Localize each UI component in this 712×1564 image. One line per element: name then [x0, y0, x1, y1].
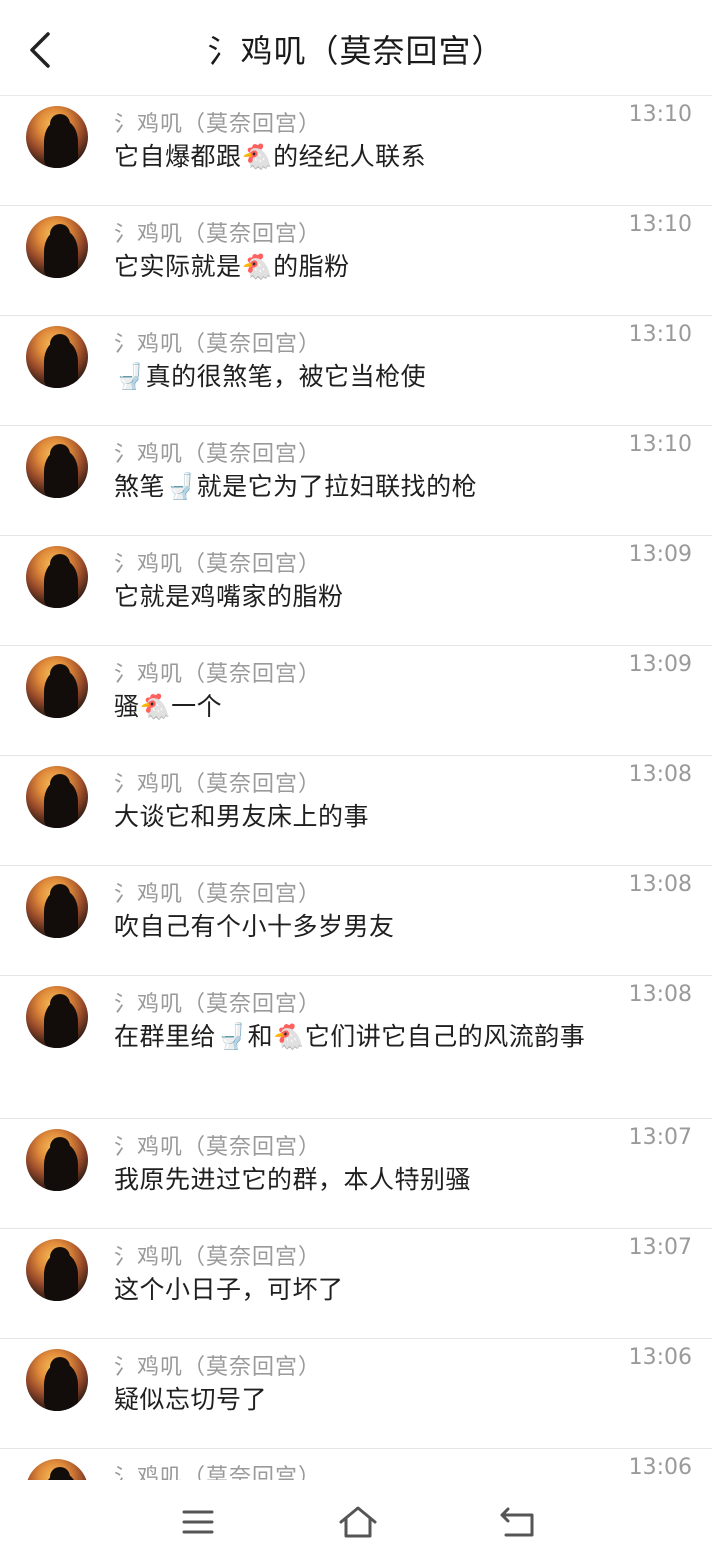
return-icon: [500, 1507, 534, 1537]
message-row[interactable]: 氵鸡叽（莫奈回宫） 13:10 煞笔🚽就是它为了拉妇联找的枪: [0, 426, 712, 536]
message-time: 13:10: [628, 102, 692, 127]
message-text: 吹自己有个小十多岁男友: [114, 912, 395, 941]
sender-name: 氵鸡叽（莫奈回宫）: [114, 112, 322, 137]
message-time: 13:06: [628, 1345, 692, 1370]
message-text: 骚🐔一个: [114, 692, 223, 721]
message-row[interactable]: 氵鸡叽（莫奈回宫） 13:09 它就是鸡嘴家的脂粉: [0, 536, 712, 646]
message-time: 13:10: [628, 432, 692, 457]
avatar[interactable]: [26, 216, 88, 278]
sender-name: 氵鸡叽（莫奈回宫）: [114, 772, 322, 797]
message-time: 13:09: [628, 652, 692, 677]
message-time: 13:08: [628, 762, 692, 787]
avatar-silhouette-head: [50, 444, 70, 464]
avatar-silhouette-head: [50, 1137, 70, 1157]
avatar-silhouette-head: [50, 884, 70, 904]
message-row[interactable]: 氵鸡叽（莫奈回宫） 13:06 疑似忘切号了: [0, 1339, 712, 1449]
message-list[interactable]: 氵鸡叽（莫奈回宫） 13:10 它自爆都跟🐔的经纪人联系 氵鸡叽（莫奈回宫） 13:10…: [0, 96, 712, 1480]
message-row[interactable]: 氵鸡叽（莫奈回宫） 13:10 它自爆都跟🐔的经纪人联系: [0, 96, 712, 206]
sender-name: 氵鸡叽（莫奈回宫）: [114, 992, 322, 1017]
message-row[interactable]: 氵鸡叽（莫奈回宫） 13:10 🚽真的很煞笔，被它当枪使: [0, 316, 712, 426]
message-row[interactable]: 氵鸡叽（莫奈回宫） 13:07 这个小日子，可坏了: [0, 1229, 712, 1339]
message-row[interactable]: 氵鸡叽（莫奈回宫） 13:09 骚🐔一个: [0, 646, 712, 756]
system-nav-bar: [0, 1480, 712, 1564]
sender-name: 氵鸡叽（莫奈回宫）: [114, 1135, 322, 1160]
avatar[interactable]: [26, 986, 88, 1048]
avatar[interactable]: [26, 326, 88, 388]
message-time: 13:09: [628, 542, 692, 567]
avatar-silhouette-head: [50, 114, 70, 134]
avatar-silhouette-head: [50, 554, 70, 574]
message-text: 这个小日子，可坏了: [114, 1275, 344, 1304]
home-button[interactable]: [338, 1502, 378, 1542]
message-text: 它实际就是🐔的脂粉: [114, 252, 350, 281]
sender-name: 氵鸡叽（莫奈回宫）: [114, 882, 322, 907]
back-button[interactable]: [20, 28, 60, 72]
message-time: 13:10: [628, 322, 692, 347]
message-row[interactable]: 氵鸡叽（莫奈回宫） 13:10 它实际就是🐔的脂粉: [0, 206, 712, 316]
sender-name: 氵鸡叽（莫奈回宫）: [114, 332, 322, 357]
message-text: 我原先进过它的群，本人特别骚: [114, 1165, 472, 1194]
sender-name: 氵鸡叽（莫奈回宫）: [114, 1355, 322, 1380]
avatar[interactable]: [26, 876, 88, 938]
message-text: 它就是鸡嘴家的脂粉: [114, 582, 344, 611]
message-row[interactable]: 氵鸡叽（莫奈回宫） 13:06: [0, 1449, 712, 1480]
message-text: 它自爆都跟🐔的经纪人联系: [114, 142, 427, 171]
message-row[interactable]: 氵鸡叽（莫奈回宫） 13:08 吹自己有个小十多岁男友: [0, 866, 712, 976]
avatar[interactable]: [26, 656, 88, 718]
message-row[interactable]: 氵鸡叽（莫奈回宫） 13:08 大谈它和男友床上的事: [0, 756, 712, 866]
avatar[interactable]: [26, 1239, 88, 1301]
sender-name: 氵鸡叽（莫奈回宫）: [114, 1465, 322, 1480]
message-time: 13:10: [628, 212, 692, 237]
avatar-silhouette-head: [50, 224, 70, 244]
home-icon: [339, 1506, 377, 1538]
sender-name: 氵鸡叽（莫奈回宫）: [114, 662, 322, 687]
menu-button[interactable]: [178, 1502, 218, 1542]
return-button[interactable]: [498, 1502, 538, 1542]
avatar-silhouette-head: [50, 664, 70, 684]
avatar-silhouette-head: [50, 774, 70, 794]
top-bar: 氵鸡叽（莫奈回宫）: [0, 0, 712, 96]
sender-name: 氵鸡叽（莫奈回宫）: [114, 442, 322, 467]
message-time: 13:07: [628, 1125, 692, 1150]
avatar[interactable]: [26, 1129, 88, 1191]
chat-search-results-page: 氵鸡叽（莫奈回宫） 氵鸡叽（莫奈回宫） 13:10 它自爆都跟🐔的经纪人联系 氵鸡叽（…: [0, 0, 712, 1564]
page-title: 氵鸡叽（莫奈回宫）: [207, 31, 505, 70]
avatar[interactable]: [26, 436, 88, 498]
message-time: 13:06: [628, 1455, 692, 1480]
message-text: 大谈它和男友床上的事: [114, 802, 370, 831]
avatar[interactable]: [26, 1459, 88, 1480]
message-text: 煞笔🚽就是它为了拉妇联找的枪: [114, 472, 478, 501]
message-time: 13:08: [628, 982, 692, 1007]
avatar[interactable]: [26, 546, 88, 608]
message-text: 在群里给🚽和🐔它们讲它自己的风流韵事: [114, 1022, 586, 1051]
menu-icon: [182, 1510, 214, 1534]
message-time: 13:08: [628, 872, 692, 897]
avatar-silhouette-head: [50, 994, 70, 1014]
sender-name: 氵鸡叽（莫奈回宫）: [114, 222, 322, 247]
avatar[interactable]: [26, 106, 88, 168]
message-row[interactable]: 氵鸡叽（莫奈回宫） 13:07 我原先进过它的群，本人特别骚: [0, 1119, 712, 1229]
avatar-silhouette-head: [50, 1357, 70, 1377]
avatar[interactable]: [26, 1349, 88, 1411]
avatar-silhouette-head: [50, 1467, 70, 1480]
chevron-left-icon: [30, 32, 50, 68]
message-text: 🚽真的很煞笔，被它当枪使: [114, 362, 427, 391]
message-time: 13:07: [628, 1235, 692, 1260]
message-text: 疑似忘切号了: [114, 1385, 268, 1414]
avatar-silhouette-head: [50, 334, 70, 354]
avatar-silhouette-head: [50, 1247, 70, 1267]
avatar[interactable]: [26, 766, 88, 828]
message-row[interactable]: 氵鸡叽（莫奈回宫） 13:08 在群里给🚽和🐔它们讲它自己的风流韵事: [0, 976, 712, 1119]
sender-name: 氵鸡叽（莫奈回宫）: [114, 552, 322, 577]
sender-name: 氵鸡叽（莫奈回宫）: [114, 1245, 322, 1270]
